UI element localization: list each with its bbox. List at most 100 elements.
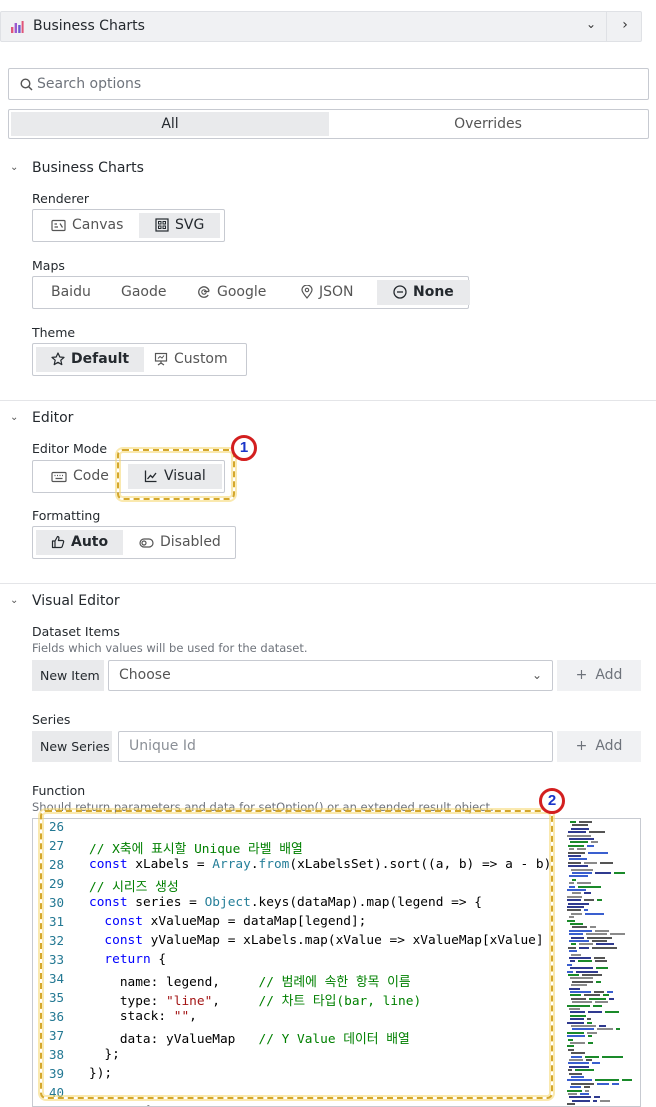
editor-mode-visual-label: Visual (164, 468, 206, 484)
maps-json-label: JSON (319, 284, 354, 300)
minimap-stripe (568, 1062, 589, 1065)
minimap-stripe (595, 1001, 608, 1004)
minimap-stripe (585, 1055, 599, 1058)
editor-mode-code-label: Code (73, 468, 109, 484)
minimap-stripe (568, 861, 581, 864)
editor-mode-radio-group: Code Visual (32, 460, 225, 493)
editor-mode-option-code[interactable]: Code (37, 464, 123, 489)
minimap-stripe (571, 1082, 594, 1085)
minimap-stripe (571, 827, 589, 830)
add-series-label: Add (595, 738, 623, 754)
minimap-stripe (579, 821, 592, 823)
code-minimap[interactable] (563, 819, 639, 1106)
renderer-option-svg[interactable]: SVG (139, 213, 221, 238)
minimap-stripe (587, 844, 594, 847)
minimap-stripe (588, 1035, 592, 1038)
renderer-option-canvas[interactable]: Canvas (37, 213, 137, 238)
minimap-stripe (567, 1004, 590, 1007)
collapse-caret-icon[interactable]: ⌄ (10, 595, 18, 606)
maps-option-baidu[interactable]: Baidu (37, 280, 105, 305)
chevron-right-icon[interactable]: › (613, 17, 637, 37)
maps-option-google[interactable]: Google (183, 280, 280, 305)
function-description: Should return parameters and data for se… (32, 800, 494, 814)
line-number: 32 (49, 933, 65, 948)
line-number: 29 (49, 876, 65, 891)
section-divider (0, 583, 656, 584)
formatting-label: Formatting (32, 508, 101, 523)
minimap-stripe (575, 1069, 594, 1072)
minimap-stripe (589, 831, 605, 834)
dataset-items-description: Fields which values will be used for the… (32, 641, 308, 655)
maps-radio-group: Baidu Gaode Google JSON None (32, 276, 470, 309)
minimap-stripe (571, 936, 584, 939)
dataset-item-select[interactable]: Choose ⌄ (108, 660, 553, 691)
theme-radio-group: Default Custom (32, 343, 247, 376)
tab-all[interactable]: All (11, 112, 329, 136)
line-number: 27 (49, 838, 65, 853)
minimap-stripe (592, 940, 607, 942)
minimap-stripe (579, 946, 589, 949)
minimap-stripe (570, 1042, 585, 1044)
minimap-stripe (570, 967, 593, 970)
minimap-stripe (569, 940, 589, 942)
code-line: data: yValueMap // Y Value 데이터 배열 (89, 1032, 410, 1047)
minimap-stripe (576, 970, 598, 973)
minimap-stripe (571, 943, 576, 946)
add-series-button[interactable]: + Add (557, 731, 641, 762)
section-title-visual-editor[interactable]: Visual Editor (32, 593, 120, 609)
minimap-stripe (584, 1086, 590, 1089)
minimap-stripe (586, 933, 607, 936)
code-line: // 시리즈 생성 (89, 880, 179, 895)
section-title-business-charts[interactable]: Business Charts (32, 160, 144, 176)
maps-option-json[interactable]: JSON (287, 280, 368, 305)
minimap-stripe (568, 855, 581, 857)
series-id-input[interactable]: Unique Id (118, 731, 553, 762)
minimap-stripe (570, 1014, 586, 1017)
minimap-stripe (584, 892, 591, 895)
minimap-stripe (571, 984, 587, 987)
function-code-editor[interactable]: 26 27 // X축에 표시할 Unique 라벨 배열 28 const xLabe… (32, 818, 641, 1107)
theme-default-label: Default (71, 351, 130, 367)
minimap-stripe (578, 960, 592, 963)
minimap-stripe (568, 946, 576, 949)
minimap-stripe (594, 1096, 600, 1099)
minimap-stripe (571, 953, 581, 956)
theme-option-default[interactable]: Default (36, 347, 145, 372)
minimap-stripe (597, 899, 602, 902)
line-number: 40 (49, 1085, 65, 1100)
collapse-chevron-icon[interactable]: ⌄ (579, 17, 603, 37)
collapse-caret-icon[interactable]: ⌄ (10, 162, 18, 173)
maps-option-gaode[interactable]: Gaode (107, 280, 181, 305)
minimap-stripe (571, 1025, 596, 1027)
google-icon (198, 286, 210, 298)
theme-option-custom[interactable]: Custom (140, 347, 242, 372)
minimap-stripe (584, 899, 594, 902)
section-title-editor[interactable]: Editor (32, 410, 73, 426)
panel-title: Business Charts (33, 18, 145, 34)
chevron-down-icon: ⌄ (531, 668, 542, 682)
minimap-stripe (569, 950, 577, 953)
line-number: 30 (49, 895, 65, 910)
code-line: stack: "", (89, 1009, 197, 1024)
tab-overrides[interactable]: Overrides (329, 112, 647, 136)
formatting-option-disabled[interactable]: Disabled (125, 530, 235, 555)
minimap-stripe (567, 963, 572, 966)
minimap-stripe (587, 1031, 597, 1034)
editor-mode-option-visual[interactable]: Visual (128, 464, 222, 489)
new-series-label: New Series (32, 731, 112, 762)
minimap-stripe (572, 1099, 590, 1102)
series-label: Series (32, 712, 71, 727)
minimap-stripe (599, 1025, 606, 1027)
minimap-stripe (595, 872, 611, 874)
maps-option-none[interactable]: None (377, 280, 470, 305)
minimap-stripe (570, 923, 583, 925)
line-number: 31 (49, 914, 65, 929)
line-number: 35 (49, 990, 65, 1005)
add-dataset-item-button[interactable]: + Add (557, 660, 641, 691)
search-input[interactable] (37, 74, 637, 94)
line-chart-icon (144, 470, 157, 483)
minimap-stripe (587, 936, 612, 939)
formatting-option-auto[interactable]: Auto (36, 530, 124, 555)
collapse-caret-icon[interactable]: ⌄ (10, 412, 18, 423)
minimap-stripe (596, 943, 614, 946)
